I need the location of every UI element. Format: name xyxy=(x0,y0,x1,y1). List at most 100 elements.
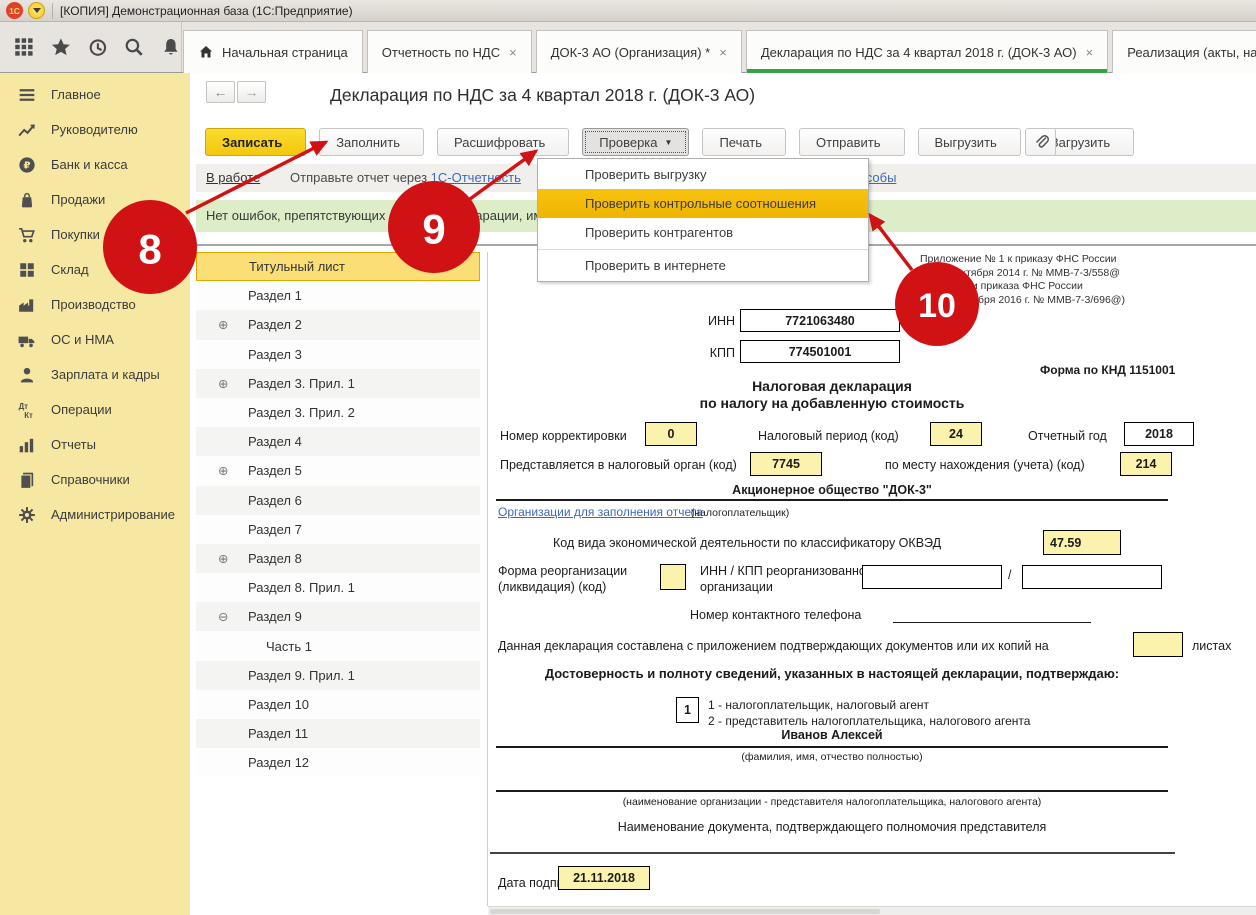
expand-icon[interactable]: ⊕ xyxy=(218,376,248,391)
sign-date-field[interactable]: 21.11.2018 xyxy=(558,866,650,890)
reorg-inn-field[interactable] xyxy=(862,565,1002,589)
sidebar-item-payroll-hr[interactable]: Зарплата и кадры xyxy=(0,357,190,392)
tab-vat-declaration-active[interactable]: Декларация по НДС за 4 квартал 2018 г. (… xyxy=(746,30,1108,73)
section-item[interactable]: Раздел 9. Прил. 1 xyxy=(196,661,480,690)
section-item[interactable]: ⊕ Раздел 8 xyxy=(196,544,480,573)
section-label: Раздел 12 xyxy=(248,755,309,770)
sidebar-item-manager[interactable]: Руководителю xyxy=(0,112,190,147)
home-icon xyxy=(198,44,214,60)
section-item[interactable]: Раздел 7 xyxy=(196,515,480,544)
sidebar-item-purchases[interactable]: Покупки xyxy=(0,217,190,252)
inn-field[interactable]: 7721063480 xyxy=(740,309,900,332)
horizontal-scrollbar[interactable] xyxy=(488,906,1256,915)
correction-field[interactable]: 0 xyxy=(645,422,697,446)
command-button[interactable]: Выгрузить xyxy=(918,128,1021,156)
command-button[interactable]: Печать xyxy=(702,128,786,156)
correction-label: Номер корректировки xyxy=(500,429,627,443)
sidebar-item-bank-cash[interactable]: ₽ Банк и касса xyxy=(0,147,190,182)
sidebar-item-fixed-assets[interactable]: ОС и НМА xyxy=(0,322,190,357)
reorg-code-field[interactable] xyxy=(660,564,686,590)
section-item[interactable]: Раздел 10 xyxy=(196,690,480,719)
favorites-star-icon[interactable] xyxy=(51,37,71,57)
tab-home[interactable]: Начальная страница xyxy=(183,30,363,73)
sidebar-item-warehouse[interactable]: Склад xyxy=(0,252,190,287)
history-icon[interactable] xyxy=(88,37,108,57)
menu-item[interactable]: Проверить выгрузку xyxy=(538,160,868,189)
menu-item-label: Проверить контрольные соотношения xyxy=(585,196,816,211)
sidebar-item-label: Отчеты xyxy=(51,437,96,452)
forward-button[interactable]: → xyxy=(237,81,266,103)
sidebar-item-sales[interactable]: Продажи xyxy=(0,182,190,217)
organization-name: Акционерное общество "ДОК-3" xyxy=(496,483,1168,497)
authority-field[interactable]: 7745 xyxy=(750,452,822,476)
expand-icon[interactable]: ⊕ xyxy=(218,317,248,332)
okved-field[interactable]: 47.59 xyxy=(1043,530,1121,555)
section-item[interactable]: Раздел 6 xyxy=(196,486,480,515)
main-menu-button[interactable] xyxy=(28,2,45,19)
menu-item[interactable]: Проверить в интернете xyxy=(538,249,868,280)
section-item[interactable]: Раздел 12 xyxy=(196,748,480,777)
location-field[interactable]: 214 xyxy=(1120,452,1172,476)
inn-label: ИНН xyxy=(660,314,735,328)
section-item[interactable]: Титульный лист xyxy=(196,252,480,281)
section-item[interactable]: Раздел 4 xyxy=(196,427,480,456)
section-item[interactable]: Часть 1 xyxy=(196,631,480,660)
menu-item[interactable]: Проверить контрагентов xyxy=(538,218,868,247)
command-button[interactable]: Записать xyxy=(205,128,306,156)
expand-icon[interactable]: ⊕ xyxy=(218,463,248,478)
section-item[interactable]: Раздел 1 xyxy=(196,281,480,310)
sidebar-item-production[interactable]: Производство xyxy=(0,287,190,322)
tab-vat-reporting[interactable]: Отчетность по НДС × xyxy=(367,30,532,73)
section-item[interactable]: Раздел 3 xyxy=(196,340,480,369)
tab-sales-documents[interactable]: Реализация (акты, накладные) xyxy=(1112,30,1256,73)
kpp-label: КПП xyxy=(660,346,735,360)
period-field[interactable]: 24 xyxy=(930,422,982,446)
command-button[interactable]: Проверка ▼ xyxy=(582,128,689,156)
signer-code-field[interactable]: 1 xyxy=(676,697,699,723)
status-state-link[interactable]: В работе xyxy=(206,164,260,192)
sidebar-item-directories[interactable]: Справочники xyxy=(0,462,190,497)
notifications-bell-icon[interactable] xyxy=(161,37,181,57)
inn-kpp-slash: / xyxy=(1008,568,1011,582)
1c-reporting-link[interactable]: 1С-Отчетность xyxy=(431,170,521,185)
command-button[interactable]: Заполнить xyxy=(319,128,424,156)
tab-close-icon[interactable]: × xyxy=(719,45,727,60)
phone-underline[interactable] xyxy=(893,622,1091,623)
expand-icon[interactable]: ⊕ xyxy=(218,551,248,566)
attachments-button[interactable] xyxy=(1025,128,1056,156)
kpp-field[interactable]: 774501001 xyxy=(740,340,900,363)
year-label: Отчетный год xyxy=(1028,429,1107,443)
command-button[interactable]: Расшифровать xyxy=(437,128,569,156)
year-field[interactable]: 2018 xyxy=(1124,422,1194,446)
section-item[interactable]: ⊕ Раздел 5 xyxy=(196,456,480,485)
tab-organization[interactable]: ДОК-3 АО (Организация) * × xyxy=(536,30,742,73)
taxpayer-caption: (налогоплательщик) xyxy=(600,507,880,519)
pages-count-field[interactable] xyxy=(1133,632,1183,657)
menu-item-label: Проверить контрагентов xyxy=(585,225,733,240)
section-item[interactable]: Раздел 8. Прил. 1 xyxy=(196,573,480,602)
expand-icon[interactable]: ⊖ xyxy=(218,609,248,624)
tab-close-icon[interactable]: × xyxy=(509,45,517,60)
period-label: Налоговый период (код) xyxy=(758,429,899,443)
search-icon[interactable] xyxy=(124,37,144,57)
command-button[interactable]: Отправить xyxy=(799,128,904,156)
sidebar-item-label: Производство xyxy=(51,297,136,312)
section-item[interactable]: Раздел 11 xyxy=(196,719,480,748)
scrollbar-thumb[interactable] xyxy=(490,909,880,914)
section-item[interactable]: ⊕ Раздел 2 xyxy=(196,310,480,339)
section-label: Раздел 3. Прил. 2 xyxy=(248,405,355,420)
apps-grid-icon[interactable] xyxy=(14,37,34,57)
rep-org-caption: (наименование организации - представител… xyxy=(496,796,1168,808)
tab-close-icon[interactable]: × xyxy=(1086,45,1094,60)
reorg-kpp-field[interactable] xyxy=(1022,565,1162,589)
back-button[interactable]: ← xyxy=(206,81,235,103)
sidebar-item-administration[interactable]: Администрирование xyxy=(0,497,190,532)
sidebar-item-reports[interactable]: Отчеты xyxy=(0,427,190,462)
sidebar-item-main[interactable]: Главное xyxy=(0,77,190,112)
section-item[interactable]: ⊕ Раздел 3. Прил. 1 xyxy=(196,369,480,398)
menu-item[interactable]: Проверить контрольные соотношения xyxy=(538,189,868,218)
section-item[interactable]: Раздел 3. Прил. 2 xyxy=(196,398,480,427)
section-label: Раздел 8 xyxy=(248,551,302,566)
section-item[interactable]: ⊖ Раздел 9 xyxy=(196,602,480,631)
sidebar-item-operations[interactable]: ДтКт Операции xyxy=(0,392,190,427)
